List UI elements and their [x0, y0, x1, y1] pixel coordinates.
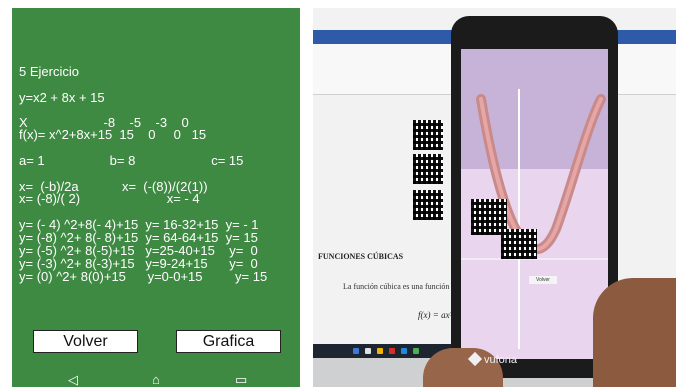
- vertex-result-line: x= (-8)/( 2) x= - 4: [19, 191, 200, 206]
- qr-code-2: [413, 154, 443, 184]
- ar-photo: FUNCIONES CÚBICAS La función cúbica es u…: [313, 8, 676, 387]
- nav-home-icon[interactable]: ⌂: [152, 372, 160, 387]
- qr-code-3: [413, 190, 443, 220]
- doc-formula: f(x) = ax³: [418, 310, 453, 320]
- calc-line-5: y= (0) ^2+ 8(0)+15 y=0-0+15 y= 15: [19, 269, 268, 284]
- volver-button[interactable]: Volver: [33, 330, 138, 353]
- fx-values-row: f(x)= x^2+8x+15 15 0 0 15: [19, 127, 207, 142]
- doc-heading: FUNCIONES CÚBICAS: [318, 252, 404, 261]
- vuforia-brand: vuforia: [484, 354, 518, 366]
- phone-volver-button[interactable]: Volver: [529, 276, 557, 284]
- nav-recent-icon[interactable]: ▭: [235, 372, 247, 387]
- hand: [593, 278, 676, 387]
- equation-line: y=x2 + 8x + 15: [19, 90, 105, 105]
- doc-paragraph: La función cúbica es una función: [343, 282, 450, 291]
- qr-code-1: [413, 120, 443, 150]
- phone-qr-code-2: [501, 229, 537, 259]
- phone-camera-view: Volver: [461, 49, 608, 359]
- exercise-title: 5 Ejercicio: [19, 64, 79, 79]
- nav-back-icon[interactable]: ◁: [68, 372, 78, 387]
- app-screen: 5 Ejercicio y=x2 + 8x + 15 X -8 -5 -3 0 …: [12, 8, 300, 387]
- grafica-button[interactable]: Grafica: [176, 330, 281, 353]
- coefficients-row: a= 1 b= 8 c= 15: [19, 153, 244, 168]
